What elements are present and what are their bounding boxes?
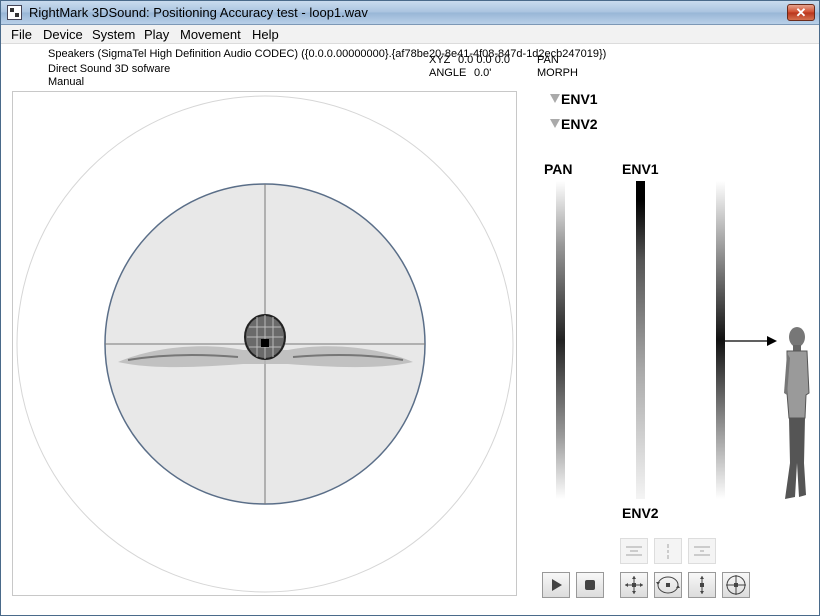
morph-label: MORPH	[537, 67, 578, 79]
align-horizontal-icon	[626, 546, 642, 556]
xyz-label: XYZ	[429, 54, 451, 66]
env2-meter-label: ENV2	[622, 505, 659, 521]
pan-meter-bar	[556, 181, 565, 499]
move-y-button[interactable]	[688, 572, 716, 598]
align-both-button[interactable]	[688, 538, 716, 564]
align-horizontal-button[interactable]	[620, 538, 648, 564]
angle-label: ANGLE	[429, 67, 467, 79]
window-title: RightMark 3DSound: Positioning Accuracy …	[29, 5, 368, 20]
pan-label: PAN	[537, 54, 559, 66]
menu-help[interactable]: Help	[252, 27, 279, 42]
position-field-drawing[interactable]	[13, 92, 517, 596]
play-button[interactable]	[542, 572, 570, 598]
position-field[interactable]	[12, 91, 517, 596]
move-xy-button[interactable]	[620, 572, 648, 598]
move-xy-icon	[625, 576, 643, 594]
orbit-icon	[726, 575, 746, 595]
orbit-button[interactable]	[722, 572, 750, 598]
menu-system[interactable]: System	[92, 27, 135, 42]
env-meter-bar	[636, 181, 645, 499]
env2-toggle-icon[interactable]	[550, 119, 560, 128]
listener-sideview-icon	[784, 327, 810, 499]
height-arrow-icon	[725, 336, 777, 346]
xyz-value: 0.0 0.0 0.0	[458, 54, 510, 66]
rotate-button[interactable]	[654, 572, 682, 598]
app-icon[interactable]	[7, 5, 22, 20]
angle-value: 0.0'	[474, 67, 492, 79]
menu-bar: File Device System Play Movement Help	[1, 25, 819, 44]
env2-toggle-label[interactable]: ENV2	[561, 116, 598, 132]
env1-meter-label: ENV1	[622, 161, 659, 177]
rotate-icon	[656, 576, 680, 594]
engine-name: Direct Sound 3D sofware	[48, 63, 171, 75]
play-icon	[552, 579, 562, 591]
move-y-icon	[700, 576, 704, 594]
menu-file[interactable]: File	[11, 27, 32, 42]
menu-play[interactable]: Play	[144, 27, 169, 42]
menu-device[interactable]: Device	[43, 27, 83, 42]
pan-meter-label: PAN	[544, 161, 573, 177]
movement-mode: Manual	[48, 76, 85, 88]
stop-button[interactable]	[576, 572, 604, 598]
stop-icon	[585, 580, 595, 590]
align-vertical-icon	[667, 544, 669, 559]
env1-toggle-icon[interactable]	[550, 94, 560, 103]
device-name: Speakers (SigmaTel High Definition Audio…	[48, 48, 607, 60]
env1-toggle-label[interactable]: ENV1	[561, 91, 598, 107]
title-bar[interactable]: RightMark 3DSound: Positioning Accuracy …	[1, 1, 819, 25]
menu-movement[interactable]: Movement	[180, 27, 241, 42]
app-window: RightMark 3DSound: Positioning Accuracy …	[0, 0, 820, 616]
close-button[interactable]: ✕	[787, 4, 815, 21]
sound-source-marker[interactable]	[261, 339, 269, 347]
align-both-icon	[694, 546, 710, 556]
align-vertical-button[interactable]	[654, 538, 682, 564]
